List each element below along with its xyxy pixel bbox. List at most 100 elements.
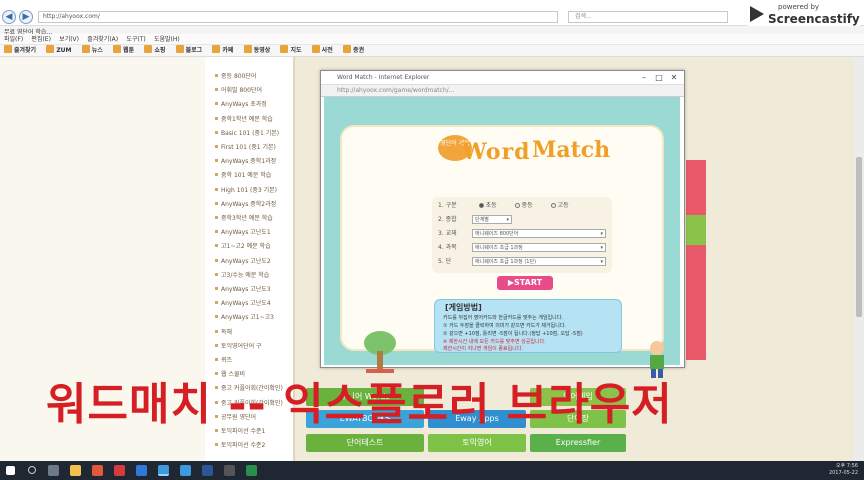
- screencastify-logo-icon: [750, 6, 764, 22]
- windows-start-icon[interactable]: [6, 466, 15, 475]
- sidebar-item[interactable]: Basic 101 (중1 기본): [215, 128, 279, 137]
- minimize-icon[interactable]: –: [639, 73, 649, 82]
- how-to-box: [게임방법] 카드를 뒤집어 영어카드와 한글카드를 맞추는 게임입니다. ① …: [434, 299, 622, 353]
- radio-high[interactable]: 고등: [550, 202, 569, 209]
- search-icon[interactable]: [28, 466, 36, 474]
- sidebar-item[interactable]: 토익영어단어 구: [215, 341, 262, 350]
- radio-elementary[interactable]: 초등: [478, 202, 497, 209]
- favorite-item[interactable]: 쇼핑: [144, 45, 165, 57]
- sidebar-item[interactable]: 고3/수능 예문 학습: [215, 270, 269, 279]
- menu-file[interactable]: 파일(F): [4, 34, 23, 45]
- right-banner-green: [686, 215, 706, 245]
- favorite-item[interactable]: 블로그: [175, 45, 202, 57]
- task-view-icon[interactable]: [48, 465, 59, 476]
- sidebar-item[interactable]: 중학 101 예문 학습: [215, 170, 271, 179]
- menu-view[interactable]: 보기(V): [59, 34, 79, 45]
- site-icon: [212, 45, 221, 53]
- sidebar-item[interactable]: 독해: [215, 327, 232, 336]
- how-to-line: ① 카드 두장을 클릭하여 의미가 같으면 카드가 제거됩니다.: [443, 323, 566, 329]
- row-label: 종합: [445, 216, 457, 223]
- sidebar-item[interactable]: 중학3학년 예문 학습: [215, 213, 273, 222]
- site-icon: [113, 45, 122, 53]
- sidebar-item[interactable]: 중학1학년 예문 학습: [215, 114, 273, 123]
- search-input[interactable]: 검색...: [568, 11, 728, 23]
- sidebar-item[interactable]: High 101 (중3 기본): [215, 185, 277, 194]
- favorite-item[interactable]: 즐겨찾기: [4, 45, 36, 57]
- chrome-icon[interactable]: [92, 465, 103, 476]
- scrollbar[interactable]: [854, 57, 864, 461]
- type-select[interactable]: 단계별: [472, 215, 512, 224]
- site-icon: [144, 45, 153, 53]
- sidebar-item[interactable]: AnyWays 고난도4: [215, 298, 271, 307]
- sidebar-item[interactable]: AnyWays 고난도1: [215, 227, 271, 236]
- edge-icon[interactable]: [180, 465, 191, 476]
- sidebar-item[interactable]: AnyWays 고난도3: [215, 284, 271, 293]
- file-explorer-icon[interactable]: [70, 465, 81, 476]
- sidebar-item[interactable]: 고1~고2 예문 학습: [215, 241, 271, 250]
- sidebar-item[interactable]: 중등 800단어: [215, 71, 256, 80]
- popup-title: Word Match - Internet Explorer: [321, 71, 684, 85]
- menu-tools[interactable]: 도구(T): [126, 34, 145, 45]
- maximize-icon[interactable]: □: [654, 73, 664, 82]
- close-icon[interactable]: ✕: [669, 73, 679, 82]
- form-row-level: 1. 구분 초등 중등 고등: [438, 201, 569, 211]
- favorite-item[interactable]: 동영상: [243, 45, 270, 57]
- favorite-item[interactable]: ZUM: [46, 45, 72, 57]
- favorite-item[interactable]: 지도: [280, 45, 302, 57]
- form-row-unit: 5. 단: [438, 258, 452, 265]
- favorite-item[interactable]: 웹툰: [113, 45, 134, 57]
- word-icon[interactable]: [202, 465, 213, 476]
- title-match: Match: [532, 137, 611, 163]
- favorite-item[interactable]: 뉴스: [81, 45, 103, 57]
- how-to-line: ② 같으면 +10점, 틀리면 -5점이 됩니다.(정답 +10점, 오답 -5…: [443, 331, 583, 337]
- favorite-item[interactable]: 카페: [212, 45, 233, 57]
- sidebar-item[interactable]: AnyWays 중학2과정: [215, 199, 276, 208]
- page-button[interactable]: 토익영어: [428, 434, 526, 452]
- scrollbar-thumb[interactable]: [856, 157, 862, 317]
- site-icon: [311, 45, 320, 53]
- row-label: 과목: [445, 244, 457, 251]
- sidebar-item[interactable]: First 101 (중1 기본): [215, 142, 276, 151]
- form-row-type: 2. 종합: [438, 216, 457, 223]
- excel-icon[interactable]: [246, 465, 257, 476]
- app-icon[interactable]: [224, 465, 235, 476]
- sidebar-item[interactable]: AnyWays 중학1과정: [215, 156, 276, 165]
- star-icon: [4, 45, 12, 53]
- how-to-title: [게임방법]: [445, 303, 482, 312]
- favorite-item[interactable]: 증권: [343, 45, 364, 57]
- menu-help[interactable]: 도움말(H): [154, 34, 180, 45]
- url-input[interactable]: http://ahyoox.com/: [38, 11, 558, 23]
- menu-favorites[interactable]: 즐겨찾기(A): [87, 34, 118, 45]
- start-button[interactable]: ▶START: [497, 276, 553, 290]
- favorites-bar: 즐겨찾기 ZUM 뉴스 웹툰 쇼핑 블로그 카페 동영상 지도 사전 증권: [0, 45, 864, 57]
- sidebar-item[interactable]: 퀴즈: [215, 355, 232, 364]
- sidebar-item[interactable]: 토익파이선 수준2: [215, 440, 265, 449]
- unit-select[interactable]: 애니웨이즈 초급 1과정 (1단): [472, 257, 606, 266]
- taskbar: 오후 7:56 2017-05-22: [0, 461, 864, 480]
- page-button[interactable]: Expressfier: [530, 434, 626, 452]
- skype-icon[interactable]: [136, 465, 147, 476]
- site-icon: [243, 45, 252, 53]
- internet-explorer-icon[interactable]: [158, 465, 169, 476]
- title-word: Word: [462, 139, 531, 165]
- sidebar-item[interactable]: AnyWays 고1~고3: [215, 312, 274, 321]
- page-button[interactable]: 단어테스트: [306, 434, 424, 452]
- screencastify-brand: Screencastify: [768, 12, 860, 26]
- settings-form: 1. 구분 초등 중등 고등 2. 종합 단계별 3. 교재 애니웨이즈 800…: [432, 197, 612, 273]
- how-to-warning: ※ 제한시간 내에 모든 카드를 맞추면 성공입니다.: [443, 339, 546, 345]
- forward-icon[interactable]: ▶: [19, 10, 33, 24]
- popup-window: Word Match - Internet Explorer – □ ✕ htt…: [320, 70, 685, 378]
- popup-address: http://ahyoox.com/game/wordmatch/...: [321, 85, 684, 97]
- favorite-item[interactable]: 사전: [311, 45, 333, 57]
- sidebar-item[interactable]: AnyWays 초과정: [215, 99, 267, 108]
- sidebar-item[interactable]: AnyWays 고난도2: [215, 256, 271, 265]
- radio-middle[interactable]: 중등: [514, 202, 533, 209]
- app-icon[interactable]: [114, 465, 125, 476]
- back-icon[interactable]: ◀: [2, 10, 16, 24]
- sidebar-item[interactable]: 어휘빌 800단어: [215, 85, 262, 94]
- book-select[interactable]: 애니웨이즈 800단어: [472, 229, 606, 238]
- how-to-warning: 제한시간이 지나면 게임이 종료됩니다.: [443, 346, 523, 352]
- menu-edit[interactable]: 편집(E): [31, 34, 51, 45]
- row-number: 1.: [438, 202, 444, 209]
- course-select[interactable]: 애니웨이즈 초급 1과정: [472, 243, 606, 252]
